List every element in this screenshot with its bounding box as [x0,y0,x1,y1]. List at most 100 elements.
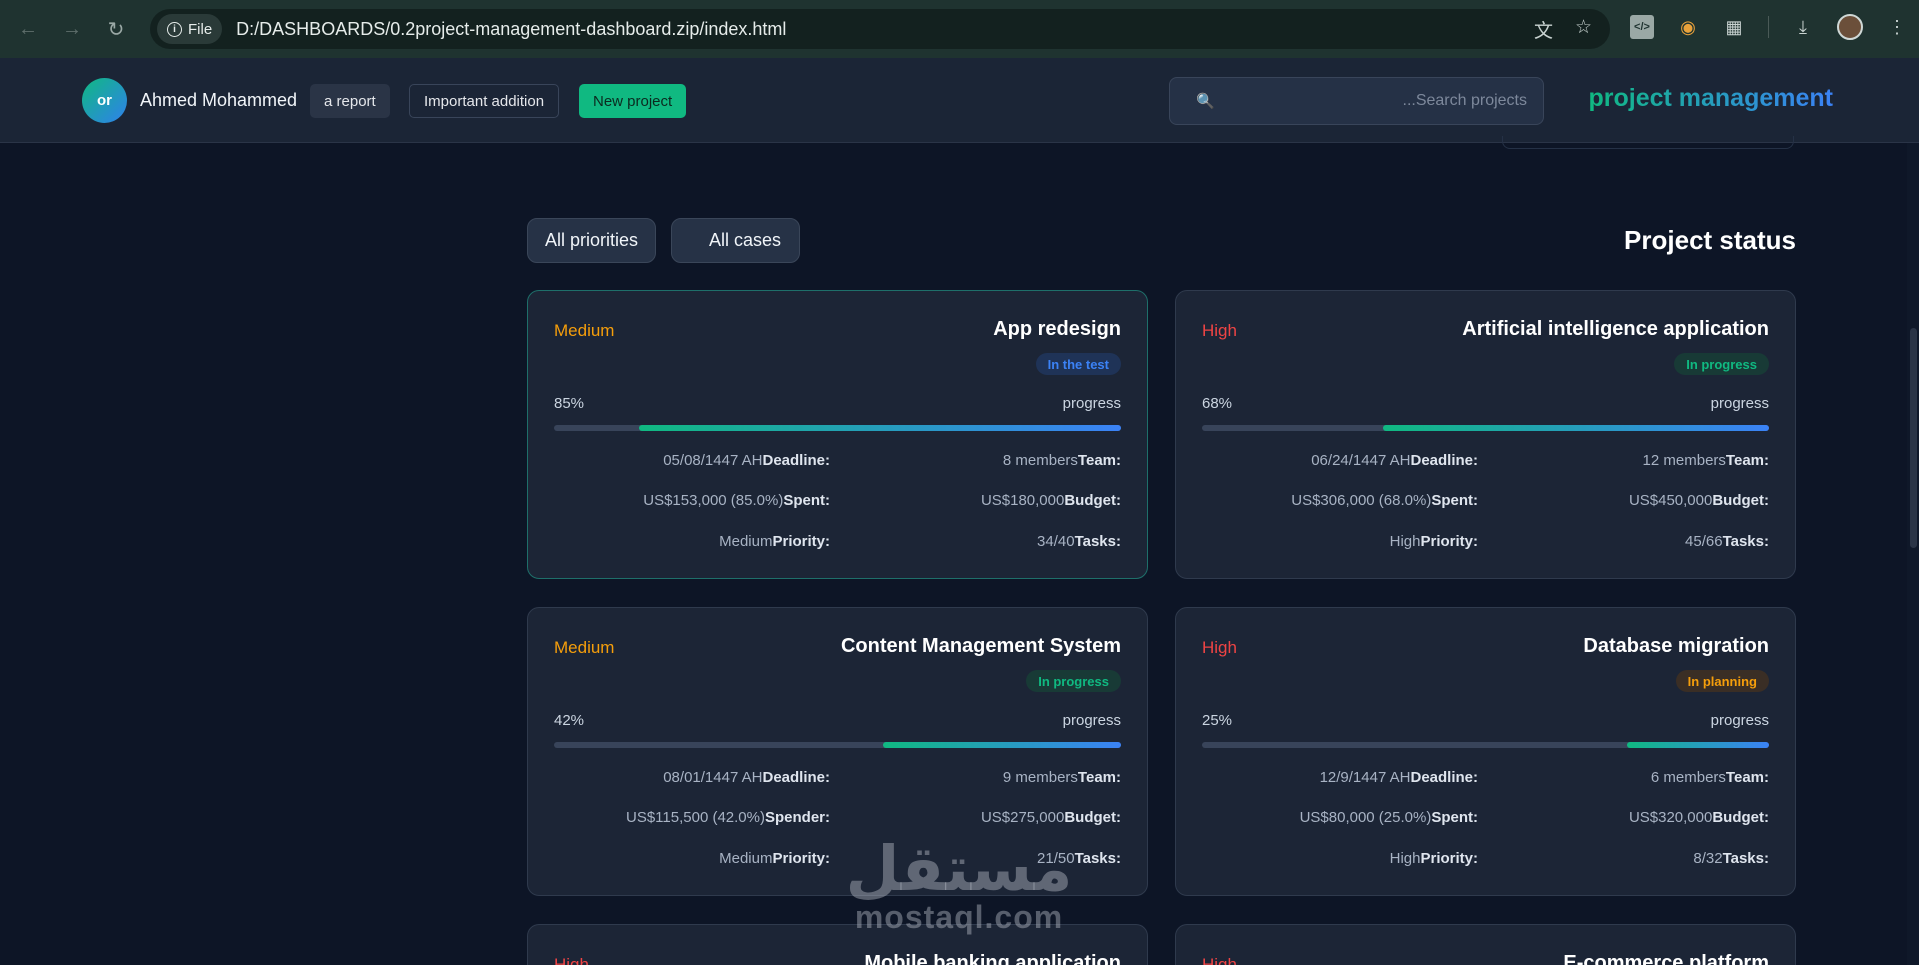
budget-info: US$275,000Budget: [981,809,1121,826]
spent-info: US$80,000 (25.0%)Spent: [1300,809,1478,826]
team-info: 9 membersTeam: [1003,769,1121,786]
watermark: مستقل mostaql.com [842,832,1076,935]
deadline-info: 06/24/1447 AHDeadline: [1311,452,1478,469]
tasks-info: 45/66Tasks: [1685,533,1769,550]
scrollbar-thumb[interactable] [1910,328,1917,548]
progress-fill [1383,425,1769,431]
toolbar-divider [1768,16,1769,38]
deadline-value: 08/01/1447 AH [663,769,763,786]
page-scrollbar[interactable] [1907,143,1919,965]
report-button[interactable]: a report [310,84,390,118]
project-card[interactable]: Medium App redesign In the test 85% prog… [527,290,1148,579]
download-icon[interactable]: ⤓ [1791,15,1815,39]
status-badge: In progress [1674,353,1769,375]
budget-value: US$180,000 [980,492,1065,509]
spent-key: Spender: [764,809,830,826]
priority-label: High [1202,955,1237,965]
new-project-button[interactable]: New project [579,84,687,118]
user-avatar[interactable]: or [82,78,127,123]
dropdown-edge [1502,136,1794,149]
user-name: Ahmed Mohammed [140,90,298,110]
cookie-extension-icon[interactable]: ◉ [1676,15,1700,39]
tasks-info: 34/40Tasks: [1037,533,1121,550]
project-title: E-commerce platform [1563,952,1769,965]
tasks-key: Tasks: [1722,850,1769,867]
spent-info: US$153,000 (85.0%)Spent: [643,492,830,509]
status-badge: In the test [1035,353,1121,375]
deadline-key: Deadline: [762,452,830,469]
watermark-arabic: مستقل [845,832,1073,905]
project-title: Mobile banking application [864,952,1121,965]
progress-label: progress [1062,395,1121,412]
priority-info: HighPriority: [1390,533,1478,550]
deadline-value: 06/24/1447 AH [1311,452,1411,469]
tasks-value: 34/40 [1037,533,1075,550]
site-info-chip[interactable]: i File [157,14,223,44]
file-chip-label: File [188,20,213,38]
priority-label: High [1202,638,1237,657]
progress-bar [1202,425,1769,431]
team-value: 9 members [1002,769,1078,786]
spent-value: US$153,000 (85.0%) [643,492,784,509]
profile-avatar[interactable] [1837,14,1863,40]
priority-key: Priority: [1420,850,1478,867]
address-bar[interactable]: i File D:/DASHBOARDS/0.2project-manageme… [150,9,1610,49]
extensions-puzzle-icon[interactable]: ▦ [1722,15,1746,39]
search-input[interactable] [1214,78,1543,124]
budget-value: US$275,000 [980,809,1065,826]
tasks-info: 8/32Tasks: [1693,850,1769,867]
team-key: Team: [1077,769,1121,786]
status-badge: In planning [1675,670,1769,692]
project-card[interactable]: High Artificial intelligence application… [1175,290,1796,579]
budget-info: US$180,000Budget: [981,492,1121,509]
url-text[interactable]: D:/DASHBOARDS/0.2project-management-dash… [236,19,786,40]
tasks-key: Tasks: [1074,533,1121,550]
menu-kebab-icon[interactable]: ⋮ [1885,15,1909,39]
bookmark-star-icon[interactable]: ☆ [1575,16,1592,43]
tasks-value: 8/32 [1693,850,1723,867]
project-card[interactable]: High Database migration In planning 25% … [1175,607,1796,896]
project-title: Database migration [1583,635,1769,657]
forward-icon[interactable]: → [50,7,94,51]
tasks-key: Tasks: [1074,850,1121,867]
priority-value: Medium [719,533,773,550]
tasks-key: Tasks: [1722,533,1769,550]
deadline-info: 05/08/1447 AHDeadline: [663,452,830,469]
team-value: 8 members [1002,452,1078,469]
search-box: 🔍 [1169,77,1544,125]
priority-label: High [554,955,589,965]
priority-label: Medium [554,638,615,657]
spent-value: US$115,500 (42.0%) [626,809,765,826]
deadline-value: 12/9/1447 AH [1319,769,1411,786]
team-key: Team: [1725,452,1769,469]
priority-info: MediumPriority: [719,850,830,867]
priority-info: MediumPriority: [719,533,830,550]
budget-value: US$320,000 [1628,809,1713,826]
priority-info: HighPriority: [1390,850,1478,867]
tasks-value: 45/66 [1685,533,1723,550]
progress-label: progress [1710,395,1769,412]
important-addition-button[interactable]: Important addition [409,84,560,118]
project-title: Artificial intelligence application [1462,318,1769,340]
cases-filter[interactable]: All cases [671,218,801,263]
back-icon[interactable]: ← [6,7,50,51]
priority-filter[interactable]: All priorities [527,218,657,263]
browser-toolbar: ← → ↻ i File D:/DASHBOARDS/0.2project-ma… [0,0,1919,58]
spent-info: US$115,500 (42.0%)Spender: [626,809,830,826]
translate-icon[interactable]: 文 [1534,16,1553,43]
deadline-info: 12/9/1447 AHDeadline: [1320,769,1478,786]
priority-value: High [1389,533,1421,550]
app-header: or Ahmed Mohammed a report Important add… [0,58,1919,143]
deadline-key: Deadline: [1410,452,1478,469]
code-extension-icon[interactable]: </> [1630,15,1654,39]
reload-icon[interactable]: ↻ [94,7,138,51]
team-info: 12 membersTeam: [1643,452,1769,469]
spent-key: Spent: [783,492,830,509]
team-info: 6 membersTeam: [1651,769,1769,786]
project-card[interactable]: High E-commerce platform [1175,924,1796,965]
progress-percent: 25% [1202,712,1233,729]
progress-bar [1202,742,1769,748]
budget-key: Budget: [1712,809,1769,826]
team-value: 6 members [1650,769,1726,786]
progress-percent: 68% [1202,395,1233,412]
